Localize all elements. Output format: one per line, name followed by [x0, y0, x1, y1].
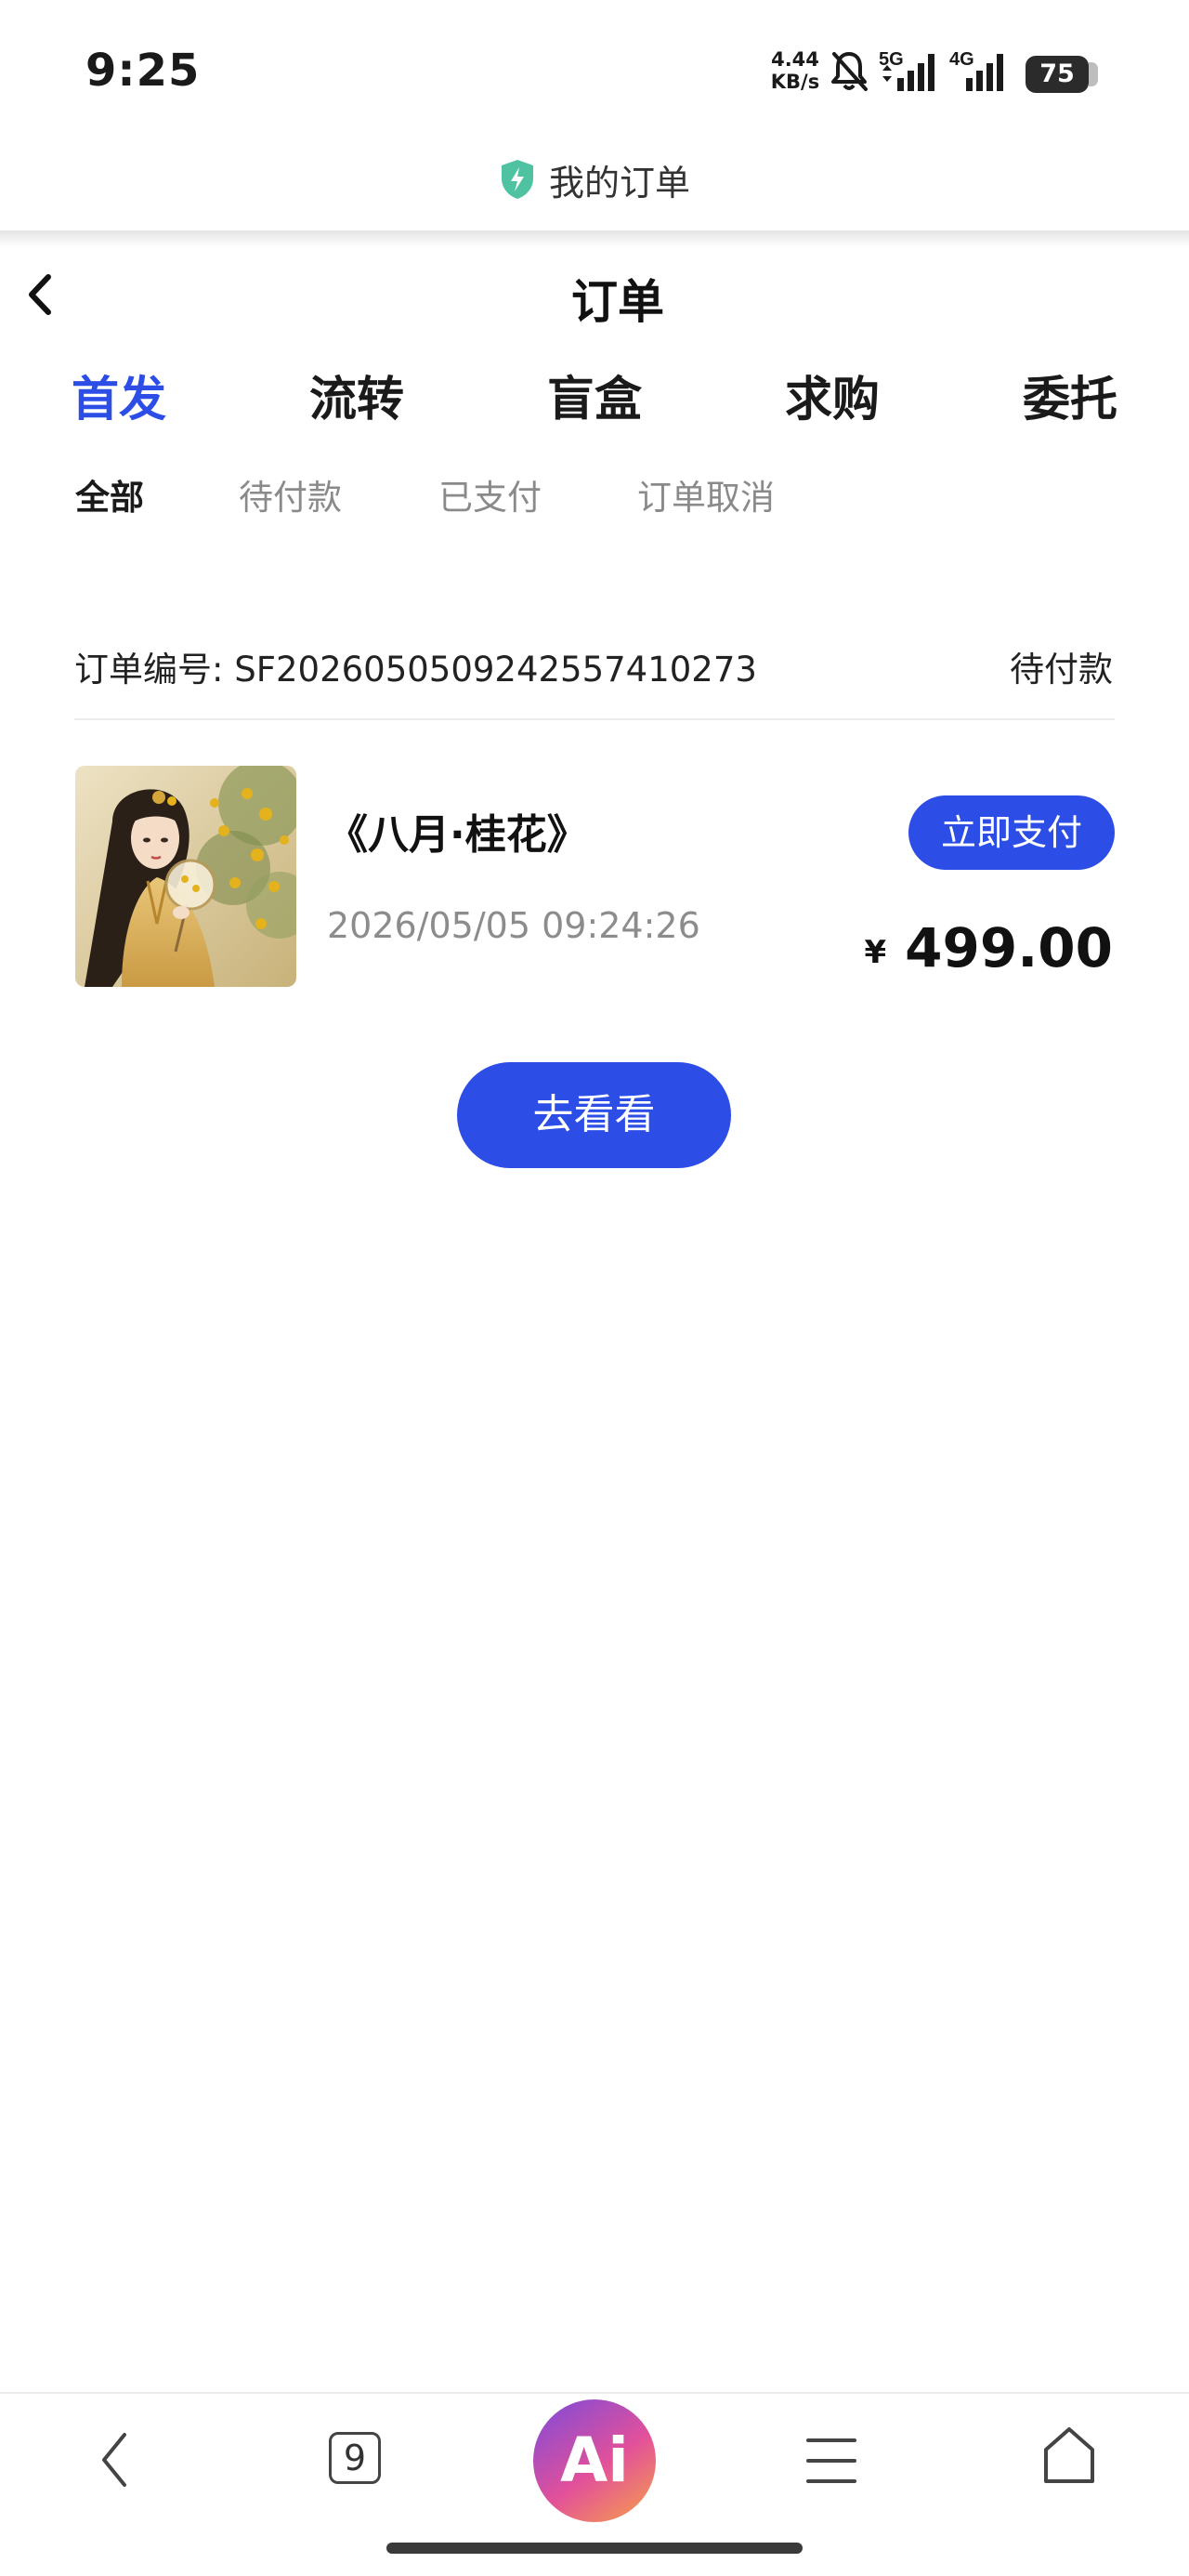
network-speed-value: 4.44 — [771, 48, 819, 71]
status-bar: 9:25 4.44 KB/s 5G 4G 75 — [0, 0, 1189, 139]
tab-wanted[interactable]: 求购 — [785, 361, 880, 429]
product-thumbnail[interactable] — [75, 766, 296, 987]
subtab-cancelled[interactable]: 订单取消 — [637, 469, 775, 519]
tab-blind-box[interactable]: 盲盒 — [547, 361, 642, 429]
ai-assistant-button[interactable]: Ai — [533, 2399, 656, 2522]
browser-back-icon[interactable] — [93, 2427, 139, 2492]
browser-title-bar: 我的订单 — [0, 154, 1189, 205]
order-time: 2026/05/05 09:24:26 — [327, 905, 700, 946]
home-indicator[interactable] — [386, 2543, 803, 2554]
subtab-paid[interactable]: 已支付 — [438, 469, 542, 519]
home-icon[interactable] — [1040, 2425, 1098, 2487]
battery-tip — [1089, 62, 1098, 86]
network-speed-unit: KB/s — [770, 71, 820, 93]
product-artwork — [75, 766, 296, 987]
order-number-label: 订单编号: — [74, 650, 224, 690]
tab-consignment[interactable]: 委托 — [1023, 361, 1117, 429]
header-shadow — [0, 230, 1189, 247]
order-divider — [74, 718, 1115, 720]
network-speed: 4.44 KB/s — [767, 48, 823, 93]
tab-first-release[interactable]: 首发 — [72, 361, 166, 429]
go-look-button[interactable]: 去看看 — [457, 1062, 731, 1168]
pay-now-button[interactable]: 立即支付 — [908, 795, 1115, 870]
order-price: ¥499.00 — [865, 916, 1114, 979]
bottom-nav-divider — [0, 2392, 1189, 2394]
battery-indicator: 75 — [1026, 56, 1089, 93]
order-number-value: SF2026050509242557410273 — [234, 650, 757, 690]
subtab-pending-payment[interactable]: 待付款 — [239, 469, 342, 519]
order-number: 订单编号: SF2026050509242557410273 — [74, 641, 757, 691]
order-status: 待付款 — [1010, 650, 1113, 690]
tab-circulation[interactable]: 流转 — [309, 361, 404, 429]
currency-symbol: ¥ — [864, 934, 887, 971]
subtab-all[interactable]: 全部 — [75, 469, 144, 519]
shield-icon — [501, 160, 533, 199]
signal-5g-label: 5G — [879, 49, 904, 70]
signal-4g-label: 4G — [949, 49, 974, 70]
product-name[interactable]: 《八月·桂花》 — [327, 801, 588, 861]
signal-4g-icon: 4G — [949, 49, 1003, 91]
tabs-count-button[interactable]: 9 — [329, 2432, 381, 2484]
bell-muted-icon — [831, 52, 868, 91]
browser-title-text: 我的订单 — [548, 163, 690, 204]
menu-icon[interactable] — [804, 2435, 858, 2487]
signal-5g-icon: 5G — [879, 49, 934, 91]
page-title: 订单 — [571, 275, 664, 329]
status-time: 9:25 — [85, 45, 201, 97]
price-amount: 499.00 — [905, 916, 1113, 979]
